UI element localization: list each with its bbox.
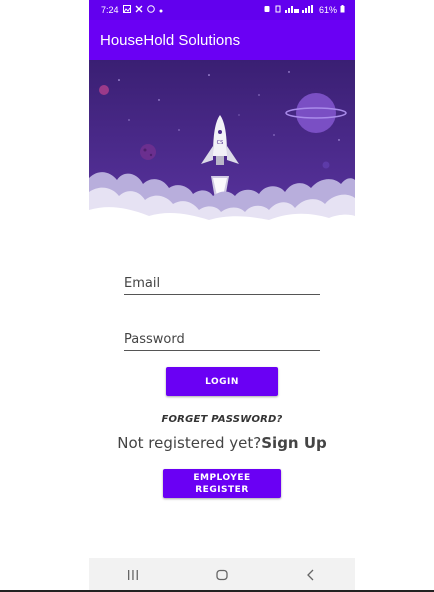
- login-button[interactable]: LOGIN: [166, 367, 278, 396]
- vibrate-icon: [274, 5, 282, 15]
- gallery-notification-icon: [122, 5, 131, 15]
- alarm-icon: [263, 5, 271, 15]
- cell-signal-icon: [301, 5, 316, 15]
- rocket-banner-image: CS: [89, 60, 355, 228]
- sign-up-link[interactable]: Sign Up: [261, 434, 327, 452]
- tools-notification-icon: [135, 5, 143, 15]
- recent-apps-icon: [128, 570, 139, 580]
- app-title: HouseHold Solutions: [100, 31, 241, 49]
- whatsapp-notification-icon: [146, 5, 155, 15]
- phone-screen: 7:24 61% HouseHold Solutions CS Email LO…: [89, 0, 355, 592]
- forgot-password-link[interactable]: FORGET PASSWORD?: [89, 414, 355, 425]
- email-field[interactable]: [124, 276, 320, 294]
- password-field-container: [124, 328, 320, 351]
- employee-register-button[interactable]: EMPLOYEE REGISTER: [163, 469, 281, 498]
- email-field-container: [124, 272, 320, 295]
- system-nav-bar: [89, 558, 355, 592]
- wifi-signal-icon: [284, 5, 299, 15]
- home-icon: [216, 569, 228, 581]
- recent-apps-button[interactable]: [113, 565, 153, 585]
- back-icon: [306, 569, 314, 581]
- more-notifications-icon: [159, 5, 163, 15]
- not-registered-row: Not registered yet?Sign Up: [89, 434, 355, 452]
- status-bar: 7:24 61%: [89, 0, 355, 20]
- battery-icon: [340, 5, 345, 15]
- app-bar: HouseHold Solutions: [89, 20, 355, 60]
- status-time: 7:24: [101, 5, 119, 15]
- rocket-label: CS: [217, 140, 224, 146]
- battery-percent: 61%: [318, 5, 337, 15]
- back-button[interactable]: [291, 565, 331, 585]
- home-button[interactable]: [202, 565, 242, 585]
- password-field[interactable]: [124, 332, 320, 350]
- not-registered-text: Not registered yet?: [117, 434, 262, 452]
